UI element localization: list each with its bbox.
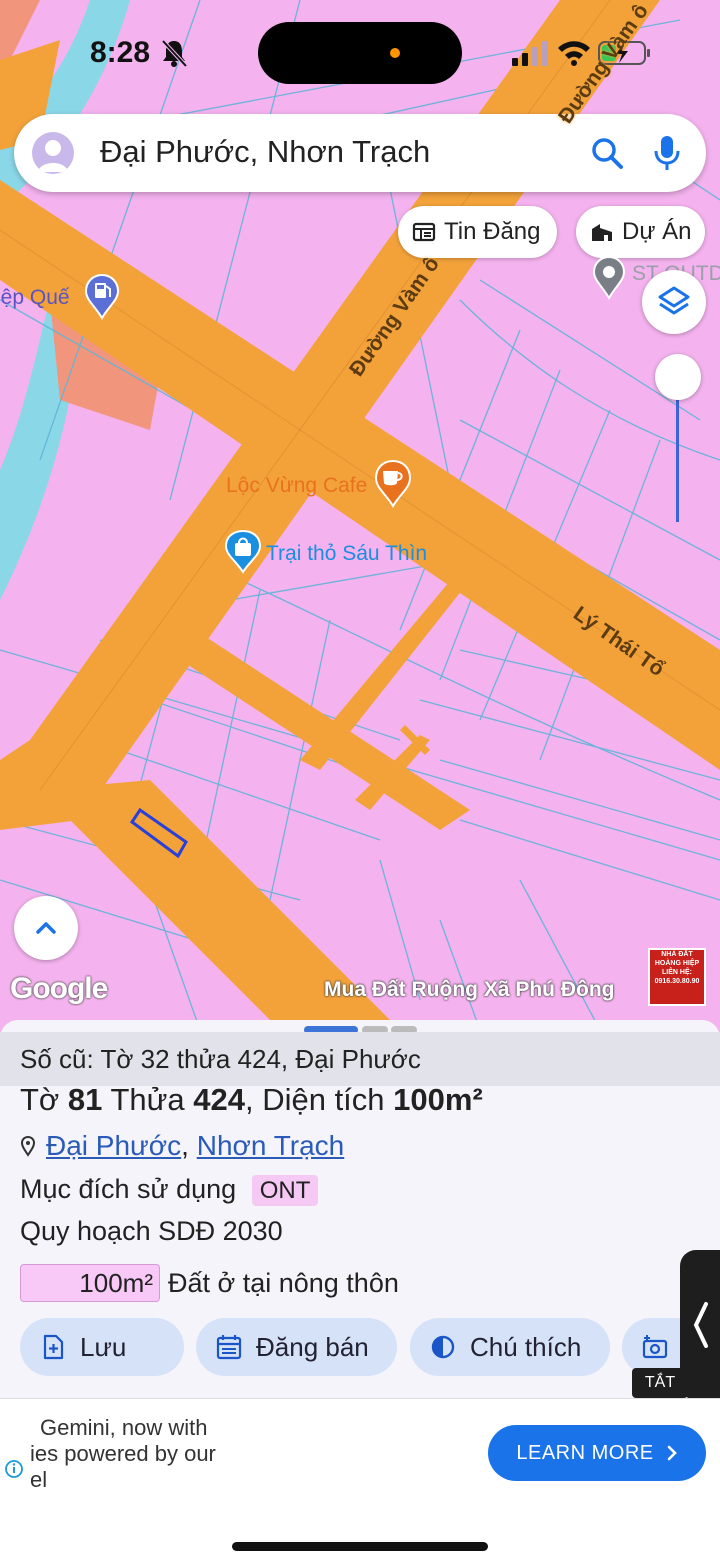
parcel-info-sheet[interactable]: Số cũ: Tờ 32 thửa 424, Đại Phước Tờ 81 T…: [0, 1020, 720, 1398]
ward-link[interactable]: Đại Phước: [46, 1130, 181, 1161]
add-document-icon: [43, 1334, 64, 1360]
parcel-location: Đại Phước, Nhơn Trạch: [20, 1130, 344, 1162]
map-ad-image[interactable]: NHÀ ĐẤT HOÀNG HIỆP LIÊN HỆ: 0916.30.80.9…: [648, 948, 706, 1006]
legend-label: Chú thích: [470, 1331, 582, 1362]
contrast-icon: [431, 1335, 455, 1359]
coffee-cup-icon: [374, 459, 412, 508]
map-ad-image-text: NHÀ ĐẤT HOÀNG HIỆP LIÊN HỆ: 0916.30.80.9…: [654, 951, 700, 985]
chevron-right-icon: [667, 1445, 677, 1461]
camera-off-badge: TẮT: [632, 1368, 688, 1398]
camera-add-icon: [642, 1335, 668, 1359]
cellular-signal-icon: [512, 41, 548, 66]
user-icon: [38, 140, 68, 172]
save-label: Lưu: [80, 1331, 127, 1362]
tin-dang-label: Tin Đăng: [444, 218, 541, 245]
gas-station-icon: [84, 273, 120, 320]
planning-area-swatch: 100m²: [20, 1264, 160, 1302]
map-ad-text[interactable]: Mua Đất Ruộng Xã Phú Đông: [324, 978, 614, 1002]
layers-icon: [658, 286, 690, 315]
tin-dang-chip[interactable]: Tin Đăng: [398, 206, 557, 258]
bell-muted-icon: [161, 39, 188, 68]
layers-button[interactable]: [642, 270, 706, 334]
privacy-indicator: [390, 48, 400, 58]
to-label: Tờ: [20, 1082, 60, 1117]
ad-info-icon[interactable]: [4, 1459, 24, 1479]
shopping-bag-icon: [224, 529, 262, 574]
map-view[interactable]: 8:28 Đại Phước, Nhơn Trạch Tin Đăng Dự Á…: [0, 0, 720, 1030]
avatar[interactable]: [32, 132, 74, 174]
map-pin-icon: [592, 255, 626, 300]
post-sale-button[interactable]: Đăng bán: [196, 1318, 397, 1376]
home-indicator-area: [0, 1508, 720, 1564]
search-icon[interactable]: [590, 136, 624, 170]
purpose-code-badge: ONT: [251, 1175, 319, 1206]
to-number: 81: [67, 1082, 103, 1117]
newspaper-icon: [412, 222, 436, 242]
learn-more-button[interactable]: LEARN MORE: [488, 1425, 706, 1481]
ad-line-2: ies powered by our: [30, 1441, 216, 1466]
ad-line-1: Gemini, now with: [40, 1415, 208, 1440]
poi-store-marker[interactable]: ST OUTD: [590, 254, 720, 300]
district-link[interactable]: Nhơn Trạch: [197, 1130, 345, 1161]
building-icon: [592, 224, 612, 241]
purpose-label: Mục đích sử dụng: [20, 1174, 237, 1204]
ad-banner[interactable]: Gemini, now with ies powered by our el L…: [0, 1398, 720, 1508]
planning-legend-row: 100m² Đất ở tại nông thôn: [20, 1264, 399, 1302]
learn-more-label: LEARN MORE: [516, 1441, 654, 1464]
poi-gas-label: iệp Quế: [0, 286, 70, 309]
land-use-purpose: Mục đích sử dụng ONT: [20, 1174, 319, 1206]
poi-cafe-label: Lộc Vừng Cafe: [226, 474, 368, 497]
thua-number: 424: [193, 1082, 245, 1117]
area-value: 100m²: [393, 1082, 483, 1117]
home-indicator[interactable]: [232, 1542, 488, 1551]
planning-type: Đất ở tại nông thôn: [168, 1267, 399, 1298]
ad-line-3: el: [30, 1467, 48, 1492]
planning-heading: Quy hoạch SDĐ 2030: [20, 1216, 283, 1246]
expand-up-button[interactable]: [14, 896, 78, 960]
search-input[interactable]: Đại Phước, Nhơn Trạch: [100, 134, 430, 170]
chevron-up-icon: [36, 922, 56, 934]
wifi-icon: [558, 41, 590, 66]
du-an-label: Dự Án: [622, 218, 692, 245]
du-an-chip[interactable]: Dự Án: [576, 206, 706, 258]
dynamic-island: [258, 22, 462, 84]
opacity-slider-handle[interactable]: [655, 354, 701, 400]
search-bar[interactable]: Đại Phước, Nhơn Trạch: [14, 114, 706, 192]
thua-label: Thửa: [110, 1082, 185, 1117]
location-separator: ,: [181, 1130, 189, 1161]
microphone-icon[interactable]: [652, 134, 682, 172]
location-pin-icon: [20, 1135, 36, 1157]
calendar-list-icon: [216, 1335, 242, 1360]
old-reference: Số cũ: Tờ 32 thửa 424, Đại Phước: [20, 1044, 421, 1074]
poi-trai-tho-label: Trại thỏ Sáu Thìn: [266, 542, 428, 565]
save-button[interactable]: Lưu: [20, 1318, 184, 1376]
parcel-title: Tờ 81 Thửa 424, Diện tích 100m²: [20, 1082, 483, 1118]
google-logo: Google: [10, 972, 108, 1005]
old-reference-bar: Số cũ: Tờ 32 thửa 424, Đại Phước: [0, 1032, 720, 1086]
legend-button[interactable]: Chú thích: [410, 1318, 610, 1376]
area-label: , Diện tích: [244, 1082, 385, 1117]
clock: 8:28: [90, 36, 151, 69]
post-sale-label: Đăng bán: [256, 1331, 369, 1362]
